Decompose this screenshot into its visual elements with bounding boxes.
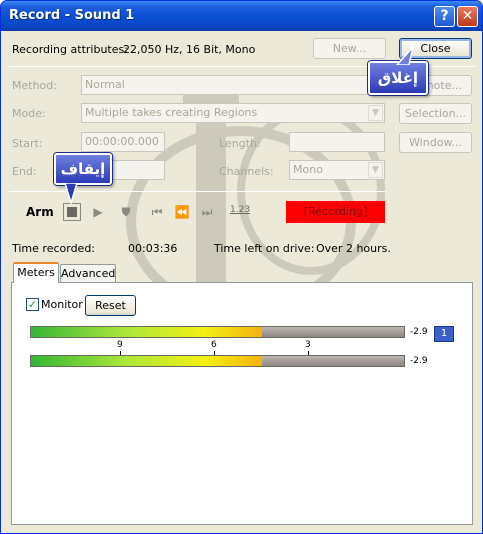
mode-label: Mode: (12, 107, 46, 120)
help-icon[interactable]: ? (434, 6, 455, 27)
start-label: Start: (12, 137, 43, 150)
reset-button[interactable]: Reset (85, 295, 136, 316)
play-icon[interactable]: ▶ (89, 204, 107, 220)
mode-select[interactable]: Multiple takes creating Regions ▼ (81, 103, 385, 123)
meters-panel (11, 282, 473, 525)
scale-label-3: 3 (305, 340, 311, 350)
callout-tail (64, 183, 78, 205)
rewind-icon[interactable]: ⏪ (173, 204, 191, 220)
window-title: Record - Sound 1 (9, 8, 135, 23)
title-bar[interactable]: Record - Sound 1 ? ✕ (1, 1, 482, 31)
stop-callout: إيقاف (54, 153, 112, 185)
recording-attributes-label: Recording attributes: (12, 43, 128, 56)
length-input[interactable] (289, 132, 385, 152)
meter-fill (31, 356, 262, 366)
monitor-label: Monitor (41, 298, 83, 311)
callout-tail (395, 45, 415, 65)
time-left-label: Time left on drive: (214, 242, 315, 255)
start-value: 00:00:00.000 (85, 135, 159, 148)
go-to-start-icon[interactable]: ⏮ (149, 204, 165, 220)
channels-value: Mono (293, 163, 323, 176)
meter-fill (31, 327, 262, 337)
meter-remainder (262, 327, 404, 337)
marker-icon[interactable]: ⛊ (118, 204, 134, 220)
arm-label: Arm (26, 205, 54, 219)
method-select[interactable]: Normal ▼ (81, 75, 385, 95)
recording-status: [Recording] (286, 201, 385, 223)
window-button[interactable]: Window... (399, 132, 472, 153)
end-label: End: (12, 165, 37, 178)
window-close-icon[interactable]: ✕ (457, 6, 478, 27)
time-recorded-value: 00:03:36 (128, 242, 178, 255)
monitor-checkbox[interactable]: ✓ (26, 298, 39, 311)
go-to-end-icon[interactable]: ⏭ (199, 204, 215, 220)
chevron-down-icon: ▼ (368, 105, 383, 121)
length-label: Length: (219, 137, 261, 150)
peak-value-right: -2.9 (410, 356, 428, 366)
tab-meters[interactable]: Meters (13, 262, 59, 283)
new-button[interactable]: New... (313, 38, 386, 59)
level-meter-right (30, 355, 405, 367)
recording-attributes-value: 22,050 Hz, 16 Bit, Mono (123, 43, 256, 56)
time-recorded-label: Time recorded: (12, 242, 96, 255)
peak-value-left: -2.9 (410, 327, 428, 337)
stop-icon[interactable] (63, 203, 81, 221)
counter-label: 1.23 (230, 205, 251, 215)
chevron-down-icon: ▼ (368, 162, 383, 178)
method-label: Method: (12, 79, 57, 92)
start-input[interactable]: 00:00:00.000 (81, 132, 165, 152)
tab-advanced[interactable]: Advanced (60, 264, 116, 283)
record-dialog: Record - Sound 1 ? ✕ Recording attribute… (0, 0, 483, 534)
method-value: Normal (85, 78, 125, 91)
level-meter-left (30, 326, 405, 338)
meter-remainder (262, 356, 404, 366)
scale-label-9: 9 (117, 340, 123, 350)
channels-select[interactable]: Mono ▼ (289, 160, 385, 180)
channels-label: Channels: (219, 165, 274, 178)
mode-value: Multiple takes creating Regions (85, 106, 258, 119)
channel-badge[interactable]: 1 (434, 326, 454, 342)
scale-label-6: 6 (211, 340, 217, 350)
close-callout: إغلاق (368, 61, 428, 95)
time-left-value: Over 2 hours. (316, 242, 391, 255)
selection-button[interactable]: Selection... (399, 103, 472, 124)
